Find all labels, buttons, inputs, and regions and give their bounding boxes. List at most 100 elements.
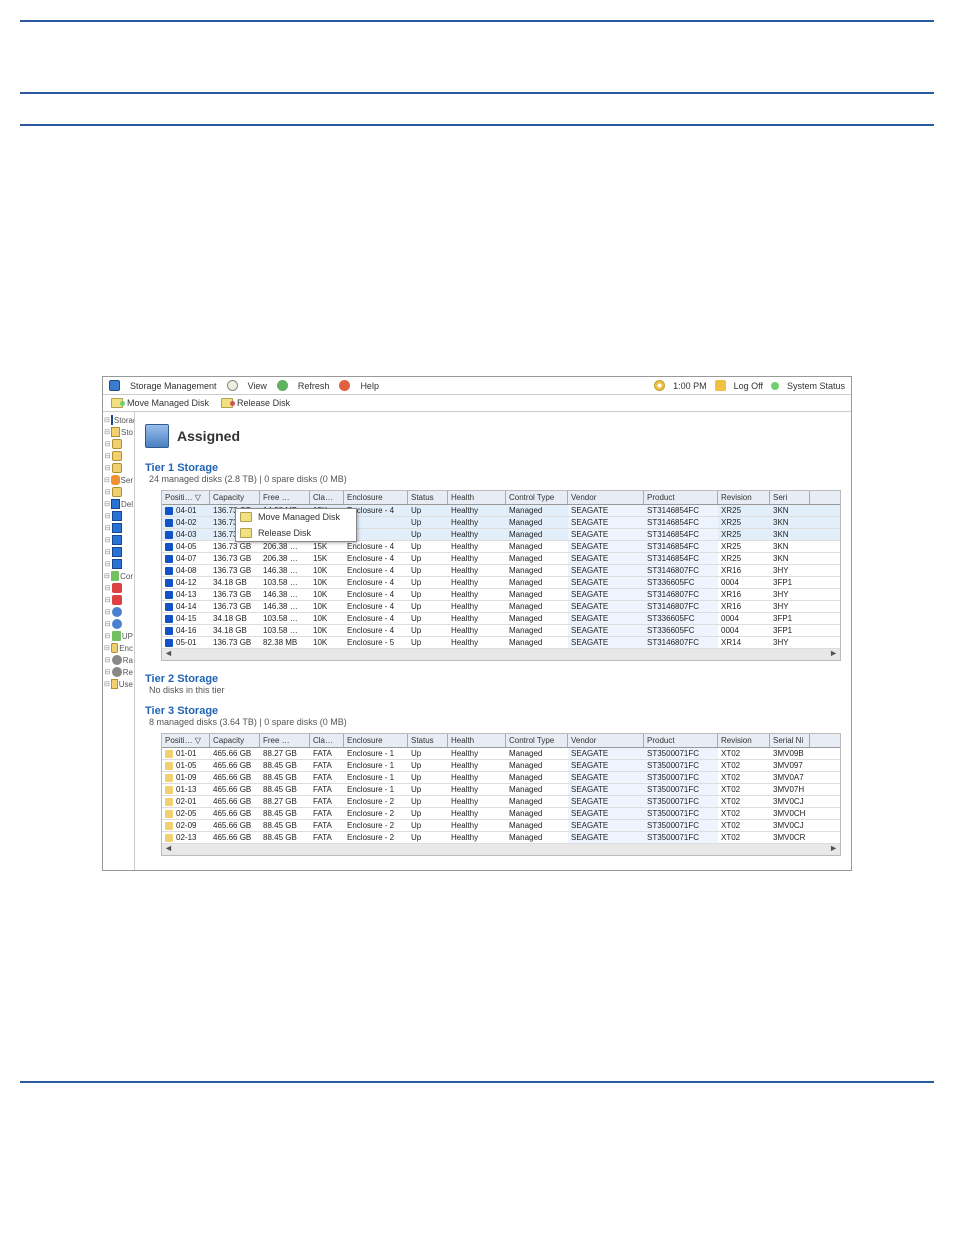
table-row[interactable]: 04-13136.73 GB146.38 …10KEnclosure - 4Up…: [162, 589, 840, 601]
table-row[interactable]: 04-08136.73 GB146.38 …10KEnclosure - 4Up…: [162, 565, 840, 577]
table-row[interactable]: 02-05465.66 GB88.45 GBFATAEnclosure - 2U…: [162, 808, 840, 820]
tree-icon: [112, 451, 122, 461]
tree-label: Use: [119, 680, 133, 689]
tree-item[interactable]: ⊟Cor: [104, 570, 133, 582]
col-vendor[interactable]: Vendor: [568, 734, 644, 747]
col-status[interactable]: Status: [408, 491, 448, 504]
tree-item[interactable]: ⊟Del: [104, 498, 133, 510]
table-row[interactable]: 02-01465.66 GB88.27 GBFATAEnclosure - 2U…: [162, 796, 840, 808]
col-product[interactable]: Product: [644, 491, 718, 504]
tree-icon: [112, 523, 122, 533]
tree-item[interactable]: ⊟Ra: [104, 654, 133, 666]
tier2-summary: No disks in this tier: [135, 685, 851, 699]
horizontal-scrollbar[interactable]: [162, 649, 840, 660]
tree-item[interactable]: ⊟: [104, 462, 133, 474]
col-serial[interactable]: Serial Ni: [770, 734, 810, 747]
table-row[interactable]: 01-13465.66 GB88.45 GBFATAEnclosure - 1U…: [162, 784, 840, 796]
tree-item[interactable]: ⊟: [104, 618, 133, 630]
view-icon: [227, 380, 238, 391]
tree-label: Ra: [123, 656, 133, 665]
tree-item[interactable]: ⊟: [104, 582, 133, 594]
tier1-summary: 24 managed disks (2.8 TB) | 0 spare disk…: [135, 474, 851, 488]
menu-help[interactable]: Help: [360, 381, 379, 391]
col-class[interactable]: Cla…: [310, 734, 344, 747]
tree-label: Re: [123, 668, 133, 677]
tier2-header: Tier 2 Storage: [135, 667, 851, 685]
tree-item[interactable]: ⊟Use: [104, 678, 133, 690]
app-icon: [109, 380, 120, 391]
tree-item[interactable]: ⊟: [104, 450, 133, 462]
tree-item[interactable]: ⊟: [104, 606, 133, 618]
tree-item[interactable]: ⊟Sto: [104, 426, 133, 438]
grid-header-row: Positi… ▽CapacityFree …Cla…EnclosureStat…: [162, 734, 840, 748]
table-row[interactable]: 02-09465.66 GB88.45 GBFATAEnclosure - 2U…: [162, 820, 840, 832]
col-capacity[interactable]: Capacity: [210, 491, 260, 504]
tree-item[interactable]: ⊟: [104, 438, 133, 450]
col-enclosure[interactable]: Enclosure: [344, 491, 408, 504]
col-product[interactable]: Product: [644, 734, 718, 747]
tree-item[interactable]: ⊟Storage: [104, 414, 133, 426]
table-row[interactable]: 04-1634.18 GB103.58 …10KEnclosure - 4UpH…: [162, 625, 840, 637]
col-health[interactable]: Health: [448, 734, 506, 747]
horizontal-scrollbar[interactable]: [162, 844, 840, 855]
move-disk-icon: [240, 512, 252, 522]
table-row[interactable]: 04-14136.73 GB146.38 …10KEnclosure - 4Up…: [162, 601, 840, 613]
col-revision[interactable]: Revision: [718, 734, 770, 747]
table-row[interactable]: 01-01465.66 GB88.27 GBFATAEnclosure - 1U…: [162, 748, 840, 760]
tree-item[interactable]: ⊟Re: [104, 666, 133, 678]
tree-item[interactable]: ⊟: [104, 486, 133, 498]
menu-refresh[interactable]: Refresh: [298, 381, 330, 391]
table-row[interactable]: 01-09465.66 GB88.45 GBFATAEnclosure - 1U…: [162, 772, 840, 784]
col-capacity[interactable]: Capacity: [210, 734, 260, 747]
tree-item[interactable]: ⊟: [104, 594, 133, 606]
tree-item[interactable]: ⊟: [104, 534, 133, 546]
table-row[interactable]: 05-01136.73 GB82.38 MB10KEnclosure - 5Up…: [162, 637, 840, 649]
system-status-link[interactable]: System Status: [787, 381, 845, 391]
table-row[interactable]: 04-07136.73 GB206.38 …15KEnclosure - 4Up…: [162, 553, 840, 565]
tree-item[interactable]: ⊟UP: [104, 630, 133, 642]
panel-title: Assigned: [177, 428, 240, 444]
menu-view[interactable]: View: [248, 381, 267, 391]
logoff-link[interactable]: Log Off: [734, 381, 763, 391]
tier3-grid[interactable]: Positi… ▽CapacityFree …Cla…EnclosureStat…: [161, 733, 841, 856]
ctx-move-managed-disk[interactable]: Move Managed Disk: [236, 509, 356, 525]
tree-item[interactable]: ⊟: [104, 558, 133, 570]
col-class[interactable]: Cla…: [310, 491, 344, 504]
col-free[interactable]: Free …: [260, 734, 310, 747]
table-row[interactable]: 04-05136.73 GB206.38 …15KEnclosure - 4Up…: [162, 541, 840, 553]
move-managed-disk-button[interactable]: Move Managed Disk: [111, 398, 209, 408]
move-label: Move Managed Disk: [127, 398, 209, 408]
col-status[interactable]: Status: [408, 734, 448, 747]
col-enclosure[interactable]: Enclosure: [344, 734, 408, 747]
help-icon: [339, 380, 350, 391]
release-disk-button[interactable]: Release Disk: [221, 398, 290, 408]
release-disk-icon: [240, 528, 252, 538]
col-position[interactable]: Positi… ▽: [162, 734, 210, 747]
col-free[interactable]: Free …: [260, 491, 310, 504]
col-vendor[interactable]: Vendor: [568, 491, 644, 504]
table-row[interactable]: 04-1234.18 GB103.58 …10KEnclosure - 4UpH…: [162, 577, 840, 589]
menu-storage-mgmt[interactable]: Storage Management: [130, 381, 217, 391]
tree-icon: [111, 427, 120, 437]
tree-item[interactable]: ⊟Enc: [104, 642, 133, 654]
ctx-release-disk[interactable]: Release Disk: [236, 525, 356, 541]
tree-item[interactable]: ⊟Ser: [104, 474, 133, 486]
nav-tree-panel[interactable]: ⊟Storage⊟Sto⊟⊟⊟⊟Ser⊟⊟Del⊟⊟⊟⊟⊟⊟Cor⊟⊟⊟⊟⊟UP…: [103, 412, 135, 870]
table-row[interactable]: 01-05465.66 GB88.45 GBFATAEnclosure - 1U…: [162, 760, 840, 772]
ctx-release-label: Release Disk: [258, 528, 311, 538]
col-control-type[interactable]: Control Type: [506, 491, 568, 504]
col-position[interactable]: Positi… ▽: [162, 491, 210, 504]
col-control-type[interactable]: Control Type: [506, 734, 568, 747]
tree-item[interactable]: ⊟: [104, 510, 133, 522]
tree-icon: [111, 415, 113, 425]
ctx-move-label: Move Managed Disk: [258, 512, 340, 522]
col-revision[interactable]: Revision: [718, 491, 770, 504]
col-health[interactable]: Health: [448, 491, 506, 504]
tree-item[interactable]: ⊟: [104, 522, 133, 534]
release-label: Release Disk: [237, 398, 290, 408]
table-row[interactable]: 04-1534.18 GB103.58 …10KEnclosure - 4UpH…: [162, 613, 840, 625]
action-bar: Move Managed Disk Release Disk: [103, 395, 851, 412]
tree-item[interactable]: ⊟: [104, 546, 133, 558]
table-row[interactable]: 02-13465.66 GB88.45 GBFATAEnclosure - 2U…: [162, 832, 840, 844]
col-serial[interactable]: Seri: [770, 491, 810, 504]
